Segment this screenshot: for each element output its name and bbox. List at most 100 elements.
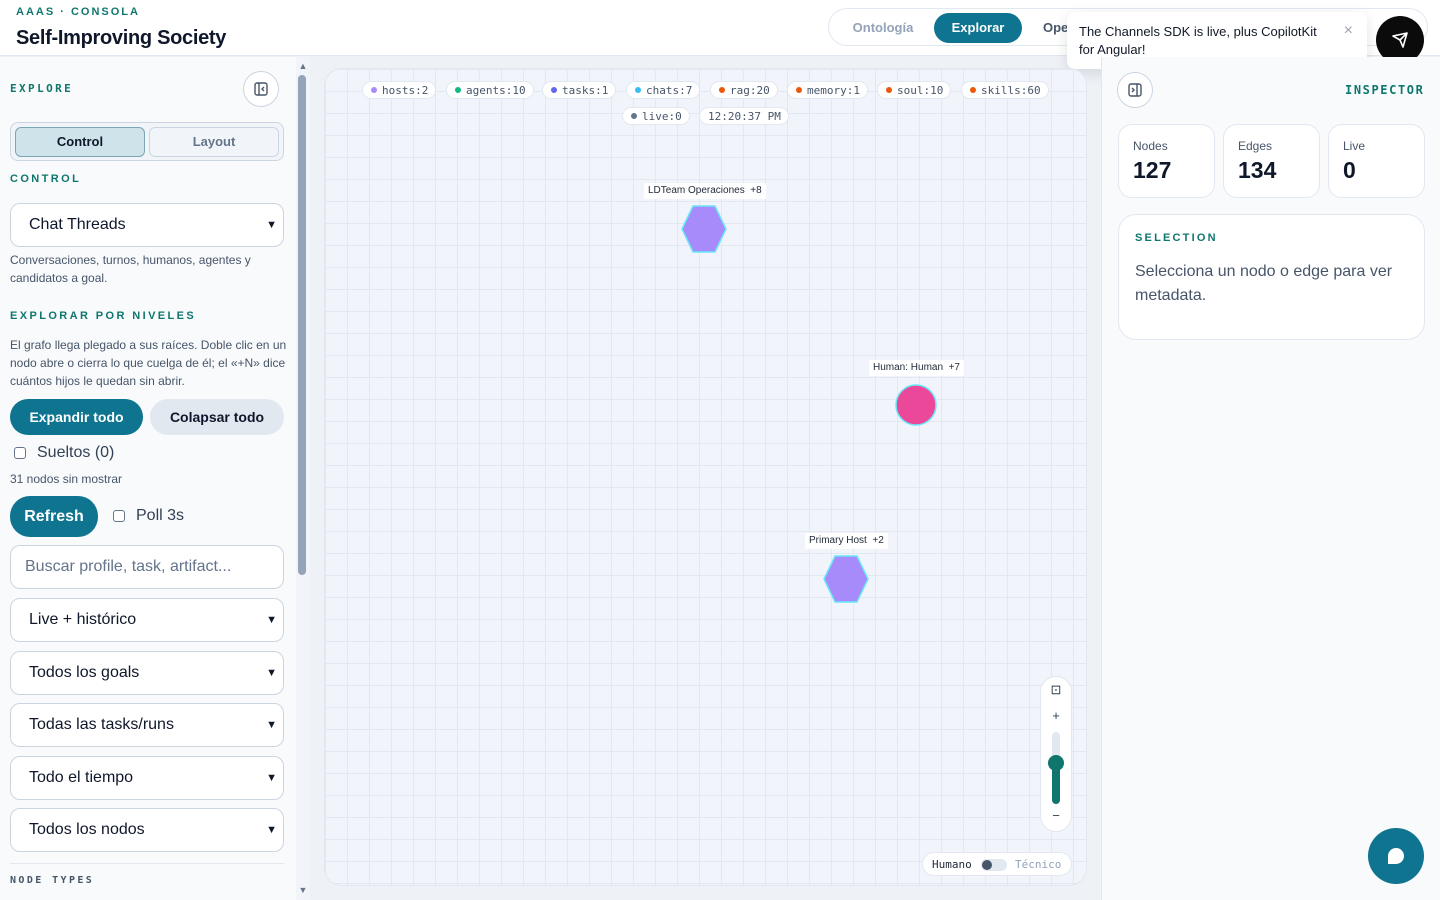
scroll-up-icon[interactable]: ▲ [297, 60, 309, 72]
toggle-switch[interactable] [981, 859, 1007, 871]
stat-nodes: Nodes 127 [1118, 124, 1215, 198]
nodes-select[interactable]: Todos los nodos ▼ [10, 808, 284, 852]
loose-label: Sueltos (0) [37, 444, 115, 461]
goals-select[interactable]: Todos los goals ▼ [10, 651, 284, 695]
loose-checkbox[interactable] [14, 447, 26, 459]
paper-plane-icon [1392, 32, 1408, 48]
zoom-in-button[interactable]: + [1041, 708, 1071, 723]
view-select[interactable]: Chat Threads ▼ [10, 203, 284, 247]
panel-left-icon [254, 82, 268, 96]
chip-dot [631, 113, 637, 119]
zoom-control: ⊡ + − [1040, 676, 1072, 832]
goals-select-value: Todos los goals [29, 664, 140, 681]
node-label: Primary Host +2 [805, 533, 888, 549]
collapse-inspector-button[interactable] [1117, 72, 1153, 108]
node-shape [823, 555, 869, 603]
inspector-panel: INSPECTOR Nodes 127 Edges 134 Live 0 SEL… [1101, 57, 1440, 900]
node-label: LDTeam Operaciones +8 [644, 183, 766, 199]
tab-explorar[interactable]: Explorar [934, 13, 1022, 43]
view-select-value: Chat Threads [29, 216, 126, 233]
view-help-text: Conversaciones, turnos, humanos, agentes… [10, 253, 251, 285]
page-title: Self-Improving Society [16, 27, 227, 49]
chip-skills: skills:60 [961, 81, 1049, 99]
segment-layout[interactable]: Layout [149, 127, 279, 157]
divider [10, 863, 284, 864]
chevron-down-icon: ▼ [266, 719, 277, 731]
chevron-down-icon: ▼ [266, 614, 277, 626]
tasks-select-value: Todas las tasks/runs [29, 716, 174, 733]
explore-panel: ▲ ▼ EXPLORE Control Layout CONTROL Chat … [0, 57, 310, 900]
selection-placeholder: Selecciona un nodo o edge para ver metad… [1135, 263, 1393, 304]
node-primary-host[interactable] [822, 554, 870, 604]
chip-soul: soul:10 [877, 81, 952, 99]
chevron-down-icon: ▼ [266, 667, 277, 679]
chip-chats: chats:7 [626, 81, 701, 99]
fit-view-icon[interactable]: ⊡ [1041, 682, 1071, 698]
toast-close-button[interactable]: × [1344, 22, 1353, 40]
panel-right-icon [1128, 83, 1142, 97]
stat-edges: Edges 134 [1223, 124, 1320, 198]
node-shape [681, 205, 727, 253]
scroll-down-icon[interactable]: ▼ [297, 884, 309, 896]
chip-agents: agents:10 [446, 81, 534, 99]
collapse-all-button[interactable]: Colapsar todo [150, 399, 284, 435]
chip-dot [970, 87, 976, 93]
explore-label: EXPLORE [10, 82, 74, 95]
timeline-select-value: Live + histórico [29, 611, 137, 628]
chip-dot [551, 87, 557, 93]
chip-timestamp: 12:20:37 PM [699, 107, 789, 125]
collapse-panel-button[interactable] [243, 71, 279, 107]
node-shape [895, 384, 937, 426]
chip-hosts: hosts:2 [362, 81, 437, 99]
chip-tasks: tasks:1 [542, 81, 617, 99]
stat-live: Live 0 [1328, 124, 1425, 198]
selection-label: SELECTION [1135, 232, 1218, 244]
poll-checkbox[interactable] [113, 510, 125, 522]
panel-segmented-control: Control Layout [10, 122, 284, 161]
chip-dot [371, 87, 377, 93]
chip-dot [719, 87, 725, 93]
chip-rag: rag:20 [710, 81, 778, 99]
timeline-select[interactable]: Live + histórico ▼ [10, 598, 284, 642]
node-types-label: NODE TYPES [10, 875, 95, 886]
zoom-slider-handle[interactable] [1048, 755, 1064, 771]
chevron-down-icon: ▼ [266, 219, 277, 231]
toggle-tecnico-label: Técnico [1015, 858, 1062, 871]
poll-label: Poll 3s [136, 507, 185, 524]
selection-card: SELECTION Selecciona un nodo o edge para… [1118, 214, 1425, 340]
chip-dot [635, 87, 641, 93]
time-select-value: Todo el tiempo [29, 769, 134, 786]
brand-kicker: AAAS · CONSOLA [16, 6, 140, 18]
node-human[interactable] [893, 382, 939, 428]
expand-all-button[interactable]: Expandir todo [10, 399, 143, 435]
segment-control[interactable]: Control [15, 127, 145, 157]
time-select[interactable]: Todo el tiempo ▼ [10, 756, 284, 800]
toast-message: The Channels SDK is live, plus CopilotKi… [1079, 24, 1317, 57]
levels-help-text: El grafo llega plegado a sus raíces. Dob… [10, 338, 287, 388]
search-input[interactable] [10, 545, 284, 589]
node-ldteam-operaciones[interactable] [680, 204, 728, 254]
node-label: Human: Human +7 [869, 360, 964, 376]
hidden-nodes-count: 31 nodos sin mostrar [10, 472, 123, 486]
chip-dot [455, 87, 461, 93]
inspector-label: INSPECTOR [1345, 83, 1425, 97]
zoom-out-button[interactable]: − [1041, 808, 1071, 823]
nodes-select-value: Todos los nodos [29, 821, 145, 838]
chevron-down-icon: ▼ [266, 772, 277, 784]
tasks-select[interactable]: Todas las tasks/runs ▼ [10, 703, 284, 747]
refresh-button[interactable]: Refresh [10, 496, 98, 537]
chip-memory: memory:1 [787, 81, 868, 99]
view-mode-toggle[interactable]: Humano Técnico [922, 852, 1072, 876]
levels-label: EXPLORAR POR NIVELES [10, 310, 197, 322]
scrollbar-thumb[interactable] [298, 75, 306, 575]
chat-bubble-icon [1388, 848, 1404, 864]
control-label: CONTROL [10, 173, 82, 185]
toggle-humano-label: Humano [932, 858, 972, 871]
tab-ontologia[interactable]: Ontología [835, 13, 931, 43]
chip-live: live:0 [622, 107, 690, 125]
chat-button[interactable] [1368, 828, 1424, 884]
graph-canvas[interactable]: hosts:2 agents:10 tasks:1 chats:7 rag:20… [324, 68, 1087, 886]
chip-dot [886, 87, 892, 93]
chevron-down-icon: ▼ [266, 824, 277, 836]
chip-dot [796, 87, 802, 93]
